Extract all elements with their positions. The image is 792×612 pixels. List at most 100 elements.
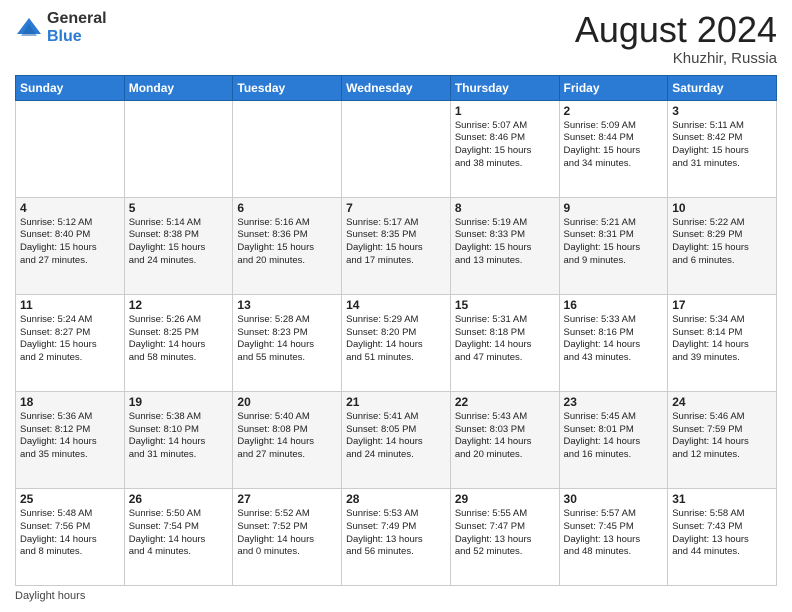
week-row-0: 1 Sunrise: 5:07 AM Sunset: 8:46 PM Daylig… <box>16 100 777 197</box>
day-number: 6 <box>237 201 337 215</box>
calendar-cell: 31Sunrise: 5:58 AM Sunset: 7:43 PM Dayli… <box>668 488 777 585</box>
calendar-cell: 21 Sunrise: 5:41 AM Sunset: 8:05 PM Dayli… <box>342 391 451 488</box>
day-info: Sunrise: 5:26 AM Sunset: 8:25 PM Dayligh… <box>129 314 229 365</box>
day-info: Sunrise: 5:57 AM Sunset: 7:45 PM Dayligh… <box>564 508 664 559</box>
weekday-header-tuesday: Tuesday <box>233 75 342 100</box>
calendar-cell: 11 Sunrise: 5:24 AM Sunset: 8:27 PM Dayli… <box>16 294 125 391</box>
day-info: Sunrise: 5:31 AM Sunset: 8:18 PM Dayligh… <box>455 314 555 365</box>
week-row-4: 25 Sunrise: 5:48 AM Sunset: 7:56 PM Dayli… <box>16 488 777 585</box>
calendar-table: SundayMondayTuesdayWednesdayThursdayFrid… <box>15 75 777 586</box>
logo-text: General Blue <box>47 10 107 45</box>
calendar-cell: 25 Sunrise: 5:48 AM Sunset: 7:56 PM Dayli… <box>16 488 125 585</box>
day-info: Sunrise: 5:50 AM Sunset: 7:54 PM Dayligh… <box>129 508 229 559</box>
calendar-cell: 16Sunrise: 5:33 AM Sunset: 8:16 PM Dayli… <box>559 294 668 391</box>
day-number: 21 <box>346 395 446 409</box>
page: General Blue August 2024 Khuzhir, Russia… <box>0 0 792 612</box>
day-number: 3 <box>672 104 772 118</box>
day-number: 19 <box>129 395 229 409</box>
day-info: Sunrise: 5:21 AM Sunset: 8:31 PM Dayligh… <box>564 217 664 268</box>
day-info: Sunrise: 5:53 AM Sunset: 7:49 PM Dayligh… <box>346 508 446 559</box>
day-number: 7 <box>346 201 446 215</box>
day-number: 22 <box>455 395 555 409</box>
calendar-cell: 15 Sunrise: 5:31 AM Sunset: 8:18 PM Dayli… <box>450 294 559 391</box>
day-number: 30 <box>564 492 664 506</box>
day-info: Sunrise: 5:07 AM Sunset: 8:46 PM Dayligh… <box>455 120 555 171</box>
day-info: Sunrise: 5:24 AM Sunset: 8:27 PM Dayligh… <box>20 314 120 365</box>
logo-icon <box>15 14 43 42</box>
logo: General Blue <box>15 10 107 45</box>
day-info: Sunrise: 5:19 AM Sunset: 8:33 PM Dayligh… <box>455 217 555 268</box>
day-number: 23 <box>564 395 664 409</box>
month-title: August 2024 <box>575 10 777 50</box>
calendar-cell: 20 Sunrise: 5:40 AM Sunset: 8:08 PM Dayli… <box>233 391 342 488</box>
day-info: Sunrise: 5:43 AM Sunset: 8:03 PM Dayligh… <box>455 411 555 462</box>
calendar-cell: 30 Sunrise: 5:57 AM Sunset: 7:45 PM Dayli… <box>559 488 668 585</box>
calendar-cell <box>16 100 125 197</box>
day-number: 27 <box>237 492 337 506</box>
calendar-cell: 22 Sunrise: 5:43 AM Sunset: 8:03 PM Dayli… <box>450 391 559 488</box>
weekday-header-thursday: Thursday <box>450 75 559 100</box>
day-number: 25 <box>20 492 120 506</box>
week-row-2: 11 Sunrise: 5:24 AM Sunset: 8:27 PM Dayli… <box>16 294 777 391</box>
day-info: Sunrise: 5:41 AM Sunset: 8:05 PM Dayligh… <box>346 411 446 462</box>
day-number: 31 <box>672 492 772 506</box>
day-number: 28 <box>346 492 446 506</box>
day-number: 12 <box>129 298 229 312</box>
week-row-1: 4Sunrise: 5:12 AM Sunset: 8:40 PM Daylig… <box>16 197 777 294</box>
calendar-cell: 12 Sunrise: 5:26 AM Sunset: 8:25 PM Dayli… <box>124 294 233 391</box>
calendar-cell: 10 Sunrise: 5:22 AM Sunset: 8:29 PM Dayli… <box>668 197 777 294</box>
day-number: 14 <box>346 298 446 312</box>
day-number: 4 <box>20 201 120 215</box>
day-number: 18 <box>20 395 120 409</box>
day-info: Sunrise: 5:28 AM Sunset: 8:23 PM Dayligh… <box>237 314 337 365</box>
calendar-cell: 29Sunrise: 5:55 AM Sunset: 7:47 PM Dayli… <box>450 488 559 585</box>
day-info: Sunrise: 5:14 AM Sunset: 8:38 PM Dayligh… <box>129 217 229 268</box>
day-number: 1 <box>455 104 555 118</box>
logo-blue-text: Blue <box>47 28 107 46</box>
calendar-cell <box>233 100 342 197</box>
day-number: 2 <box>564 104 664 118</box>
calendar-cell: 27 Sunrise: 5:52 AM Sunset: 7:52 PM Dayli… <box>233 488 342 585</box>
day-number: 24 <box>672 395 772 409</box>
calendar-cell: 5Sunrise: 5:14 AM Sunset: 8:38 PM Daylig… <box>124 197 233 294</box>
day-number: 13 <box>237 298 337 312</box>
day-number: 20 <box>237 395 337 409</box>
calendar-cell: 26 Sunrise: 5:50 AM Sunset: 7:54 PM Dayli… <box>124 488 233 585</box>
day-info: Sunrise: 5:29 AM Sunset: 8:20 PM Dayligh… <box>346 314 446 365</box>
calendar-cell: 18 Sunrise: 5:36 AM Sunset: 8:12 PM Dayli… <box>16 391 125 488</box>
calendar-header: SundayMondayTuesdayWednesdayThursdayFrid… <box>16 75 777 100</box>
day-info: Sunrise: 5:16 AM Sunset: 8:36 PM Dayligh… <box>237 217 337 268</box>
day-info: Sunrise: 5:40 AM Sunset: 8:08 PM Dayligh… <box>237 411 337 462</box>
day-info: Sunrise: 5:34 AM Sunset: 8:14 PM Dayligh… <box>672 314 772 365</box>
calendar-cell: 23 Sunrise: 5:45 AM Sunset: 8:01 PM Dayli… <box>559 391 668 488</box>
day-number: 15 <box>455 298 555 312</box>
day-number: 9 <box>564 201 664 215</box>
calendar-cell: 2 Sunrise: 5:09 AM Sunset: 8:44 PM Daylig… <box>559 100 668 197</box>
calendar-cell: 9 Sunrise: 5:21 AM Sunset: 8:31 PM Daylig… <box>559 197 668 294</box>
day-info: Sunrise: 5:22 AM Sunset: 8:29 PM Dayligh… <box>672 217 772 268</box>
day-info: Sunrise: 5:38 AM Sunset: 8:10 PM Dayligh… <box>129 411 229 462</box>
day-info: Sunrise: 5:11 AM Sunset: 8:42 PM Dayligh… <box>672 120 772 171</box>
logo-general-text: General <box>47 10 107 28</box>
day-info: Sunrise: 5:46 AM Sunset: 7:59 PM Dayligh… <box>672 411 772 462</box>
calendar-cell: 14 Sunrise: 5:29 AM Sunset: 8:20 PM Dayli… <box>342 294 451 391</box>
header: General Blue August 2024 Khuzhir, Russia <box>15 10 777 67</box>
calendar-cell: 4Sunrise: 5:12 AM Sunset: 8:40 PM Daylig… <box>16 197 125 294</box>
day-info: Sunrise: 5:45 AM Sunset: 8:01 PM Dayligh… <box>564 411 664 462</box>
day-info: Sunrise: 5:52 AM Sunset: 7:52 PM Dayligh… <box>237 508 337 559</box>
calendar-cell <box>342 100 451 197</box>
weekday-header-monday: Monday <box>124 75 233 100</box>
day-info: Sunrise: 5:33 AM Sunset: 8:16 PM Dayligh… <box>564 314 664 365</box>
weekday-header-saturday: Saturday <box>668 75 777 100</box>
calendar-cell: 13 Sunrise: 5:28 AM Sunset: 8:23 PM Dayli… <box>233 294 342 391</box>
day-info: Sunrise: 5:48 AM Sunset: 7:56 PM Dayligh… <box>20 508 120 559</box>
day-number: 11 <box>20 298 120 312</box>
calendar-cell: 8Sunrise: 5:19 AM Sunset: 8:33 PM Daylig… <box>450 197 559 294</box>
weekday-header-friday: Friday <box>559 75 668 100</box>
day-info: Sunrise: 5:09 AM Sunset: 8:44 PM Dayligh… <box>564 120 664 171</box>
day-number: 29 <box>455 492 555 506</box>
day-number: 26 <box>129 492 229 506</box>
day-info: Sunrise: 5:36 AM Sunset: 8:12 PM Dayligh… <box>20 411 120 462</box>
day-number: 10 <box>672 201 772 215</box>
calendar-cell: 1 Sunrise: 5:07 AM Sunset: 8:46 PM Daylig… <box>450 100 559 197</box>
